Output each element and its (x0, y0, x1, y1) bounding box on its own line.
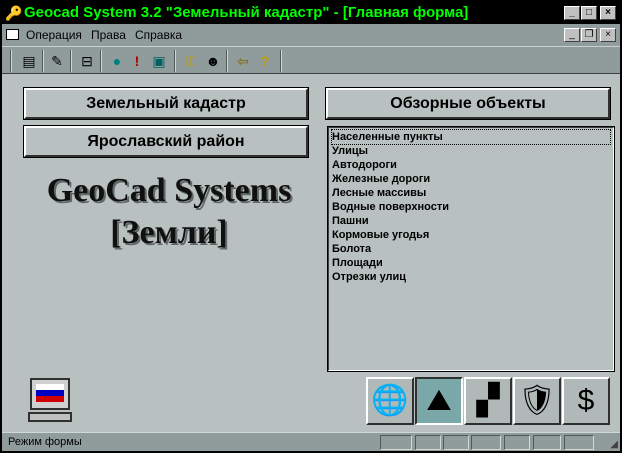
forms-icon[interactable]: ▤ (18, 50, 40, 72)
close-button[interactable]: × (600, 6, 616, 20)
map-plan-icon[interactable]: ▞ (464, 377, 512, 425)
list-item[interactable]: Пашни (332, 214, 610, 228)
child-close-button[interactable]: × (600, 28, 616, 42)
list-item[interactable]: Автодороги (332, 158, 610, 172)
help-icon[interactable]: ? (254, 50, 276, 72)
child-minimize-button[interactable]: _ (564, 28, 580, 42)
tree-icon[interactable]: ⊟ (76, 50, 98, 72)
logo-line2: [Земли] (110, 214, 228, 251)
maximize-button[interactable]: □ (581, 6, 597, 20)
status-bar: Режим формы ◢ (2, 432, 620, 451)
edit-icon[interactable]: ✎ (46, 50, 68, 72)
list-item[interactable]: Лесные массивы (332, 186, 610, 200)
menu-operation[interactable]: Операция (26, 28, 82, 42)
menu-rights[interactable]: Права (91, 28, 126, 42)
list-item[interactable]: Населенные пункты (331, 129, 611, 145)
menu-help[interactable]: Справка (135, 28, 182, 42)
documents-icon[interactable]: ▣ (148, 50, 170, 72)
window-title: Geocad System 3.2 "Земельный кадастр" - … (24, 4, 469, 21)
user-icon[interactable]: ☻ (202, 50, 224, 72)
globe-icon[interactable]: ● (106, 50, 128, 72)
overview-objects-button[interactable]: Обзорные объекты (325, 87, 611, 120)
child-restore-button[interactable]: ❐ (581, 28, 597, 42)
status-text: Режим формы (8, 436, 82, 448)
district-button[interactable]: Ярославский район (23, 125, 309, 158)
list-item[interactable]: Площади (332, 256, 610, 270)
city-money-icon[interactable]: $ (562, 377, 610, 425)
geodesy-globe-icon[interactable]: 🌐 (366, 377, 414, 425)
minimize-button[interactable]: _ (564, 6, 580, 20)
logo-line1: GeoCad Systems (46, 172, 292, 209)
list-item[interactable]: Водные поверхности (332, 200, 610, 214)
list-item[interactable]: Улицы (332, 144, 610, 158)
system-menu-icon[interactable] (6, 29, 19, 40)
law-book-icon[interactable]: 🛡 (513, 377, 561, 425)
list-item[interactable]: Кормовые угодья (332, 228, 610, 242)
key-icon: 🔑 (5, 5, 23, 21)
landscape-icon[interactable]: ⛰ (415, 377, 463, 425)
list-item[interactable]: Железные дороги (332, 172, 610, 186)
computer-russia-icon[interactable] (26, 376, 74, 424)
main-window: 🔑 Geocad System 3.2 "Земельный кадастр" … (0, 0, 622, 453)
cadastre-button[interactable]: Земельный кадастр (23, 87, 309, 120)
keys-icon[interactable]: ⚿ (180, 50, 202, 72)
title-bar: 🔑 Geocad System 3.2 "Земельный кадастр" … (2, 2, 620, 24)
list-item[interactable]: Болота (332, 242, 610, 256)
toolbar: ▤ ✎ ⊟ ● ! ▣ ⚿ ☻ ⇦ ? (2, 46, 620, 74)
list-item[interactable]: Отрезки улиц (332, 270, 610, 284)
exit-icon[interactable]: ⇦ (232, 50, 254, 72)
resize-grip-icon[interactable]: ◢ (610, 439, 618, 450)
overview-objects-list[interactable]: Населенные пункты Улицы Автодороги Желез… (327, 126, 615, 372)
menu-bar: Операция Права Справка _ ❐ × (2, 24, 620, 46)
alert-icon[interactable]: ! (126, 50, 148, 72)
